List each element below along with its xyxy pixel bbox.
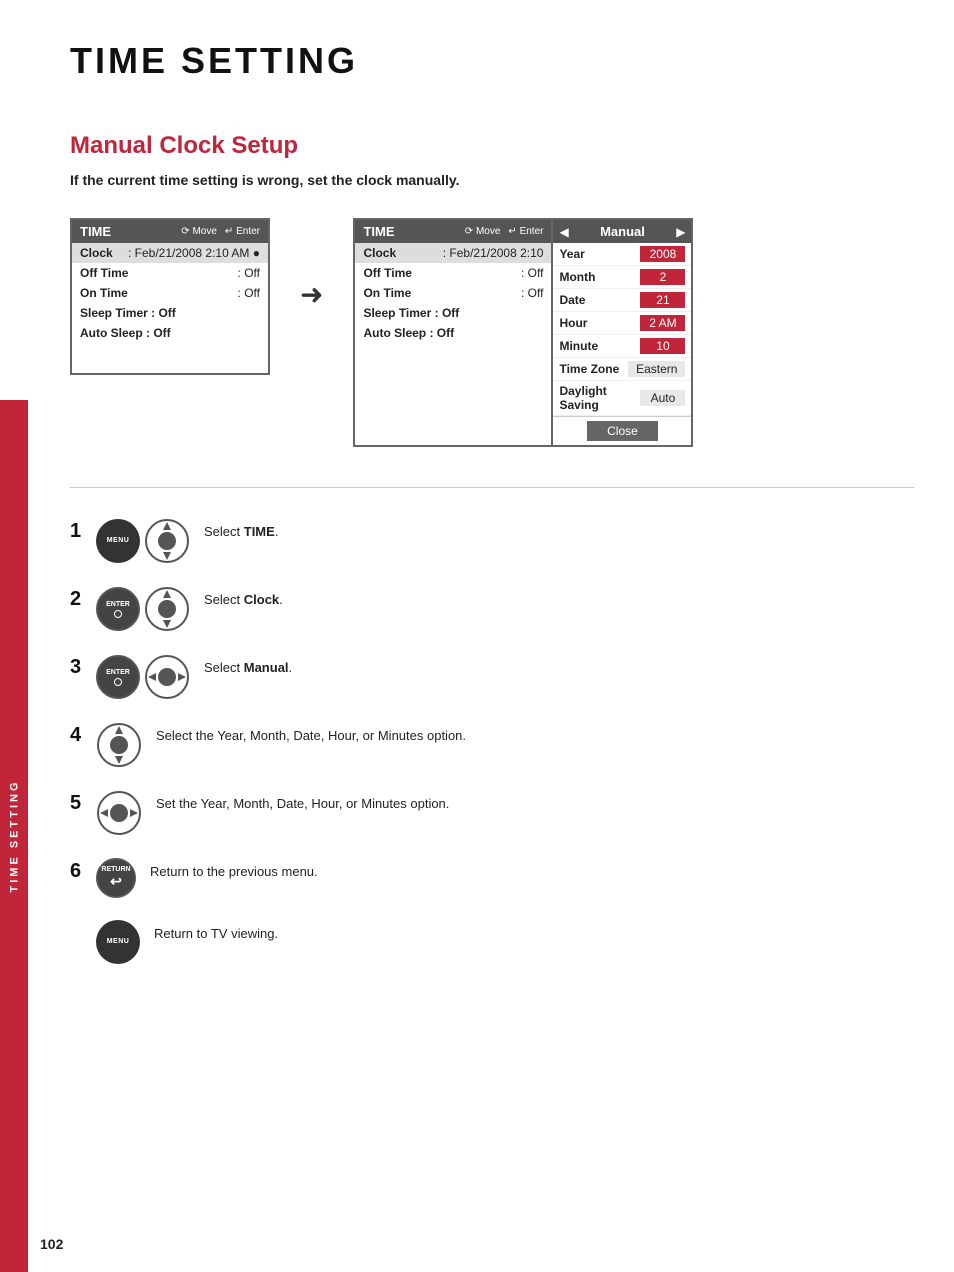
left-panel-header: TIME ⟳ Move ↵ Enter bbox=[72, 220, 268, 243]
left-panel-row-autosleep: Auto Sleep : Off bbox=[72, 323, 268, 343]
settings-panel: ◀ Manual ▶ Year 2008 Month 2 Date 21 bbox=[553, 218, 693, 447]
panels-row: TIME ⟳ Move ↵ Enter Clock : Feb/21/2008 … bbox=[70, 218, 914, 447]
step-2: 2 ENTER Select Clock. bbox=[70, 586, 914, 632]
step-1: 1 MENU Select TIME. bbox=[70, 518, 914, 564]
setting-hour: Hour 2 AM bbox=[553, 312, 691, 335]
step-3-icons: ENTER bbox=[96, 654, 190, 700]
section-title: Manual Clock Setup bbox=[70, 132, 914, 160]
side-bar: TIME SETTING bbox=[0, 400, 28, 1272]
right-panel-container: TIME ⟳ Move ↵ Enter Clock : Feb/21/2008 … bbox=[353, 218, 693, 447]
step-6-number: 6 bbox=[70, 860, 82, 883]
step-4-number: 4 bbox=[70, 724, 82, 747]
left-panel: TIME ⟳ Move ↵ Enter Clock : Feb/21/2008 … bbox=[70, 218, 270, 375]
left-panel-row-offtime: Off Time : Off bbox=[72, 263, 268, 283]
right-panel-row-clock: Clock : Feb/21/2008 2:10 bbox=[355, 243, 551, 263]
right-panel-header: TIME ⟳ Move ↵ Enter bbox=[355, 220, 551, 243]
menu-button-icon-2: MENU bbox=[96, 920, 140, 964]
page-number: 102 bbox=[40, 1236, 63, 1252]
right-move-icon: ⟳ Move bbox=[465, 226, 501, 237]
step-2-text: Select Clock. bbox=[204, 590, 283, 610]
setting-daylight: DaylightSaving Auto bbox=[553, 381, 691, 416]
manual-label: Manual bbox=[573, 224, 673, 239]
step-2-number: 2 bbox=[70, 588, 82, 611]
right-panel-row-autosleep: Auto Sleep : Off bbox=[355, 323, 551, 343]
step-4: 4 Select the Year, Month, Date, Hour, or… bbox=[70, 722, 914, 768]
step-2-icons: ENTER bbox=[96, 586, 190, 632]
move-icon: ⟳ Move bbox=[181, 226, 217, 237]
left-panel-row-ontime: On Time : Off bbox=[72, 283, 268, 303]
nav-ud-ring-1 bbox=[144, 518, 190, 564]
nav-lr-ring-3 bbox=[144, 654, 190, 700]
step-6-text: Return to the previous menu. bbox=[150, 862, 318, 882]
right-panel-left: TIME ⟳ Move ↵ Enter Clock : Feb/21/2008 … bbox=[353, 218, 553, 447]
arrow-right-icon: ➜ bbox=[300, 278, 323, 311]
nav-ud-ring-4 bbox=[96, 722, 142, 768]
left-panel-nav: ⟳ Move ↵ Enter bbox=[181, 226, 260, 237]
close-button[interactable]: Close bbox=[587, 421, 658, 441]
nav-lr-ring-5 bbox=[96, 790, 142, 836]
setting-minute: Minute 10 bbox=[553, 335, 691, 358]
right-panel-title: TIME bbox=[363, 224, 394, 239]
side-bar-label: TIME SETTING bbox=[8, 780, 20, 893]
setting-date: Date 21 bbox=[553, 289, 691, 312]
divider bbox=[70, 487, 914, 488]
step-1-number: 1 bbox=[70, 520, 82, 543]
left-panel-row-sleeptimer: Sleep Timer : Off bbox=[72, 303, 268, 323]
steps-section: 1 MENU Select TIME. bbox=[70, 518, 914, 964]
right-panel-row-sleeptimer: Sleep Timer : Off bbox=[355, 303, 551, 323]
section-description: If the current time setting is wrong, se… bbox=[70, 172, 914, 188]
right-panel-row-ontime: On Time : Off bbox=[355, 283, 551, 303]
nav-ud-ring-2 bbox=[144, 586, 190, 632]
step-4-text: Select the Year, Month, Date, Hour, or M… bbox=[156, 726, 466, 746]
step-7-icons: MENU bbox=[96, 920, 140, 964]
return-button-icon: RETURN ↩ bbox=[96, 858, 136, 898]
step-5-icons bbox=[96, 790, 142, 836]
right-panel-nav: ⟳ Move ↵ Enter bbox=[465, 226, 544, 237]
right-panel-row-offtime: Off Time : Off bbox=[355, 263, 551, 283]
step-3-text: Select Manual. bbox=[204, 658, 292, 678]
setting-year: Year 2008 bbox=[553, 243, 691, 266]
step-5-text: Set the Year, Month, Date, Hour, or Minu… bbox=[156, 794, 449, 814]
right-enter-icon: ↵ Enter bbox=[508, 226, 543, 237]
menu-button-icon: MENU bbox=[96, 519, 140, 563]
step-5: 5 Set the Year, Month, Date, Hour, or Mi… bbox=[70, 790, 914, 836]
left-panel-title: TIME bbox=[80, 224, 111, 239]
step-4-icons bbox=[96, 722, 142, 768]
step-3-number: 3 bbox=[70, 656, 82, 679]
enter-icon: ↵ Enter bbox=[225, 226, 260, 237]
enter-button-icon-3: ENTER bbox=[96, 655, 140, 699]
manual-right-arrow[interactable]: ▶ bbox=[676, 225, 685, 239]
setting-month: Month 2 bbox=[553, 266, 691, 289]
step-3: 3 ENTER Select Manual. bbox=[70, 654, 914, 700]
step-7-text: Return to TV viewing. bbox=[154, 924, 278, 944]
step-7: 7 MENU Return to TV viewing. bbox=[70, 920, 914, 964]
close-button-row: Close bbox=[553, 416, 691, 445]
step-1-text: Select TIME. bbox=[204, 522, 278, 542]
page-title: TIME SETTING bbox=[70, 40, 914, 82]
enter-button-icon-2: ENTER bbox=[96, 587, 140, 631]
manual-left-arrow[interactable]: ◀ bbox=[559, 225, 568, 239]
setting-timezone: Time Zone Eastern bbox=[553, 358, 691, 381]
left-panel-row-clock: Clock : Feb/21/2008 2:10 AM ● bbox=[72, 243, 268, 263]
step-6-icons: RETURN ↩ bbox=[96, 858, 136, 898]
step-1-icons: MENU bbox=[96, 518, 190, 564]
step-5-number: 5 bbox=[70, 792, 82, 815]
manual-header: ◀ Manual ▶ bbox=[553, 220, 691, 243]
step-6: 6 RETURN ↩ Return to the previous menu. bbox=[70, 858, 914, 898]
